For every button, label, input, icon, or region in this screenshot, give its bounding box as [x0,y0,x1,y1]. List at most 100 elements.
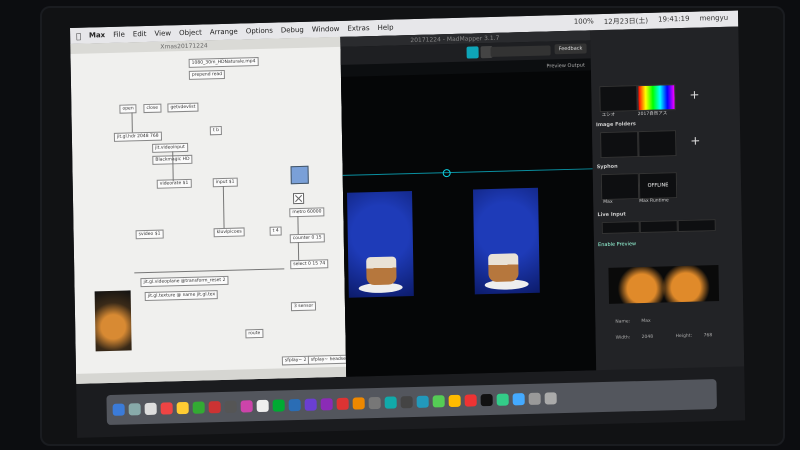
live-input-tile[interactable] [601,221,640,235]
patcher-object[interactable]: jit.gl.videoplane @transform_reset 2 [140,275,229,288]
calendar-icon[interactable] [208,401,221,414]
fit-view-icon[interactable] [466,46,479,59]
patch-cord [134,268,285,274]
live-input-section[interactable]: Live Input [597,209,737,218]
source-label: 2017自然アス [637,111,668,118]
menu-file[interactable]: File [113,31,125,39]
image-folders-section[interactable]: Image Folders [596,119,736,128]
premiere-icon[interactable] [320,398,333,411]
patcher-object[interactable]: 3 sensor [290,301,317,312]
app-icon[interactable] [496,393,509,406]
patcher-object[interactable]: videorate $1 [156,178,192,189]
feedback-button[interactable]: Feedback [554,43,587,55]
messages-icon[interactable] [192,401,205,414]
trash-icon[interactable] [544,392,557,405]
patcher-object[interactable]: select 0 15 74 [290,259,329,270]
system-prefs-icon[interactable] [224,400,237,413]
chrome-icon[interactable] [160,402,173,415]
projection-quad-left[interactable] [347,191,414,298]
menu-object[interactable]: Object [179,29,202,38]
app-icon[interactable] [352,397,365,410]
patch-cord [131,112,133,133]
speaker-icon[interactable] [290,165,309,185]
live-input-tile[interactable] [639,220,678,234]
patcher-object[interactable]: sfplay~ 2 [281,355,310,366]
menu-arrange[interactable]: Arrange [210,28,238,37]
patcher-object[interactable]: close [143,103,162,114]
patcher-object[interactable]: prepend read [188,69,226,80]
notes-icon[interactable] [176,401,189,415]
app-icon[interactable] [448,394,461,408]
patcher-object[interactable]: jit.gl.hdr 2048 768 [113,131,162,142]
patcher-object[interactable]: kluvlpicoes [213,227,245,238]
patcher-object[interactable]: open [119,104,137,114]
patch-cord [222,185,225,228]
image-folder-tile[interactable] [638,130,677,158]
app-icon[interactable] [368,396,381,410]
patcher-object[interactable]: svideo $1 [135,229,164,240]
surface-handle[interactable] [442,169,451,178]
live-input-tile[interactable] [677,219,716,233]
source-tile[interactable] [599,85,638,113]
safari-icon[interactable] [144,402,157,416]
syphon-section[interactable]: Syphon [597,161,737,171]
syphon-offline-tile[interactable]: OFFLINE [638,172,678,200]
add-icon[interactable]: + [690,133,700,147]
patcher-object[interactable]: route [245,328,264,339]
app-icon[interactable] [432,395,445,408]
finder-icon[interactable] [112,403,125,416]
madmapper-icon[interactable] [416,395,429,408]
launchpad-icon[interactable] [128,403,141,416]
patcher-object[interactable]: metro 60000 [289,207,325,218]
menu-window[interactable]: Window [312,25,340,34]
enable-preview-toggle[interactable]: Enable Preview [598,239,738,248]
toggle-icon[interactable] [292,192,305,205]
menu-options[interactable]: Options [246,27,273,36]
clock-text[interactable]: 19:41:19 [658,15,690,26]
apple-icon[interactable]:  [76,31,81,40]
patcher-object[interactable]: t b [209,126,223,136]
menu-edit[interactable]: Edit [133,30,147,38]
app-name[interactable]: Max [89,31,105,39]
patcher-object[interactable]: counter 0 15 [289,233,325,244]
max-icon[interactable] [480,393,493,407]
menu-help[interactable]: Help [378,24,394,32]
photoshop-icon[interactable] [288,398,301,412]
app-icon[interactable] [464,394,477,407]
preview-thumbnail [608,265,720,304]
source-tile[interactable] [637,84,676,112]
output-stage[interactable] [340,70,597,377]
height-label: Height: [675,333,693,340]
app-icon[interactable] [512,393,525,406]
illustrator-icon[interactable] [272,399,285,412]
after-effects-icon[interactable] [304,398,317,411]
syphon-source-tile[interactable] [600,173,640,201]
app-icon[interactable] [400,396,413,409]
width-value: 2048 [641,334,654,341]
user-name[interactable]: mengyu [699,14,728,25]
patcher-object[interactable]: sfplay~ headset [307,354,351,365]
downloads-icon[interactable] [528,392,541,405]
projection-quad-right[interactable] [473,187,540,295]
patcher-object[interactable]: getvdevlist [167,102,199,113]
image-folder-tile[interactable] [600,131,639,159]
dock [106,379,717,426]
patcher-object[interactable]: 1080_30m_HDNaturale.mp4 [188,57,259,68]
patcher-bottom-toolbar [76,366,347,384]
menu-extras[interactable]: Extras [347,24,369,33]
name-label: Name: [615,319,631,325]
patcher-object[interactable]: input $1 [212,177,238,188]
syphon-source-label: Max Runtime [639,198,669,205]
add-icon[interactable]: + [689,88,699,102]
itunes-icon[interactable] [256,399,269,413]
preset-select[interactable] [490,45,551,57]
patcher-object[interactable]: jit.gl.texture @ name jit.gl.tex [144,290,219,302]
acrobat-icon[interactable] [336,397,349,411]
photos-icon[interactable] [240,400,253,413]
app-icon[interactable] [384,396,397,409]
menu-view[interactable]: View [154,29,171,37]
battery-indicator[interactable]: 100% [574,17,594,28]
menu-debug[interactable]: Debug [281,26,304,35]
patcher-object[interactable]: t 4 [269,226,282,236]
patcher-object[interactable]: jit.videoinput [152,142,188,153]
